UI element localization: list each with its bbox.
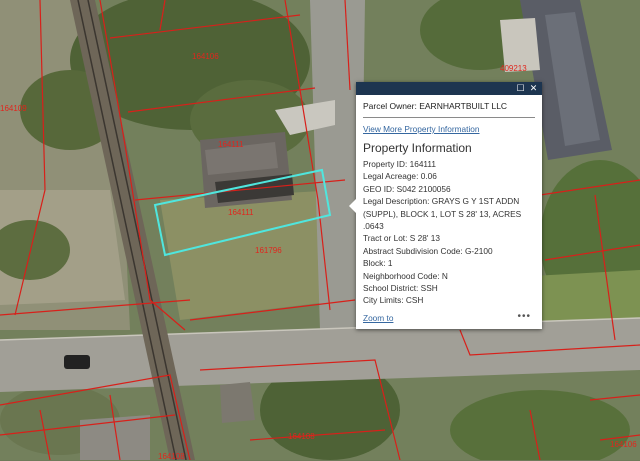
property-field-row: GEO ID: S042 2100056 bbox=[363, 183, 535, 195]
popup-footer: Zoom to ••• bbox=[363, 311, 535, 325]
property-field-row: Block: 1 bbox=[363, 257, 535, 269]
field-value: S 28' 13 bbox=[409, 233, 440, 244]
field-label: Tract or Lot bbox=[363, 233, 406, 244]
field-value: CSH bbox=[405, 295, 424, 306]
property-field-row: Legal Acreage: 0.06 bbox=[363, 170, 535, 182]
popup-titlebar: ☐ ✕ bbox=[356, 82, 542, 95]
parcel-label: 161796 bbox=[255, 246, 282, 255]
property-field-row: Property ID: 164111 bbox=[363, 158, 535, 170]
field-label: Legal Description bbox=[363, 196, 428, 207]
property-field-row: Abstract Subdivision Code: G-2100 bbox=[363, 245, 535, 257]
popup-pointer bbox=[349, 199, 356, 213]
field-label: Neighborhood Code bbox=[363, 270, 438, 281]
property-fields: Property ID: 164111 Legal Acreage: 0.06 GE… bbox=[363, 158, 535, 307]
field-label: GEO ID bbox=[363, 183, 393, 194]
field-label: Block bbox=[363, 258, 384, 269]
parcel-label: 164109 bbox=[0, 104, 27, 113]
property-field-row: Legal Description: GRAYS G Y 1ST ADDN (S… bbox=[363, 195, 535, 232]
parcel-label: 164108 bbox=[288, 432, 315, 441]
field-value: 164111 bbox=[409, 159, 437, 169]
property-field-row: Neighborhood Code: N bbox=[363, 270, 535, 282]
view-more-property-link[interactable]: View More Property Information bbox=[363, 124, 535, 134]
aerial-map[interactable] bbox=[0, 0, 640, 460]
field-value: 0.06 bbox=[420, 171, 437, 182]
field-value: N bbox=[441, 270, 448, 281]
field-label: Legal Acreage bbox=[363, 171, 417, 182]
more-options-icon[interactable]: ••• bbox=[517, 311, 531, 322]
field-label: School District bbox=[363, 283, 417, 294]
property-popup: ☐ ✕ Parcel Owner: EARNHARTBUILT LLC View… bbox=[349, 82, 542, 329]
maximize-icon[interactable]: ☐ bbox=[515, 83, 526, 94]
parcel-label: 164111 bbox=[218, 140, 244, 149]
field-label: Abstract Subdivision Code bbox=[363, 245, 461, 256]
field-label: City Limits bbox=[363, 295, 402, 306]
close-icon[interactable]: ✕ bbox=[528, 83, 539, 94]
parcel-label: 164106 bbox=[610, 440, 637, 449]
parcel-label: 409213 bbox=[500, 64, 527, 73]
parcel-label: 164111 bbox=[228, 208, 254, 217]
field-value: 1 bbox=[387, 258, 393, 269]
parcel-label: 164106 bbox=[192, 52, 219, 61]
field-label: Property ID bbox=[363, 159, 405, 169]
property-field-row: School District: SSH bbox=[363, 282, 535, 294]
parcel-owner: Parcel Owner: EARNHARTBUILT LLC bbox=[363, 99, 535, 118]
zoom-to-link[interactable]: Zoom to bbox=[363, 313, 393, 323]
field-value: SSH bbox=[420, 283, 438, 294]
field-value: G-2100 bbox=[464, 245, 493, 256]
field-value: S042 2100056 bbox=[396, 183, 451, 194]
property-field-row: City Limits: CSH bbox=[363, 294, 535, 306]
section-title: Property Information bbox=[363, 141, 472, 155]
property-field-row: Tract or Lot: S 28' 13 bbox=[363, 232, 535, 244]
